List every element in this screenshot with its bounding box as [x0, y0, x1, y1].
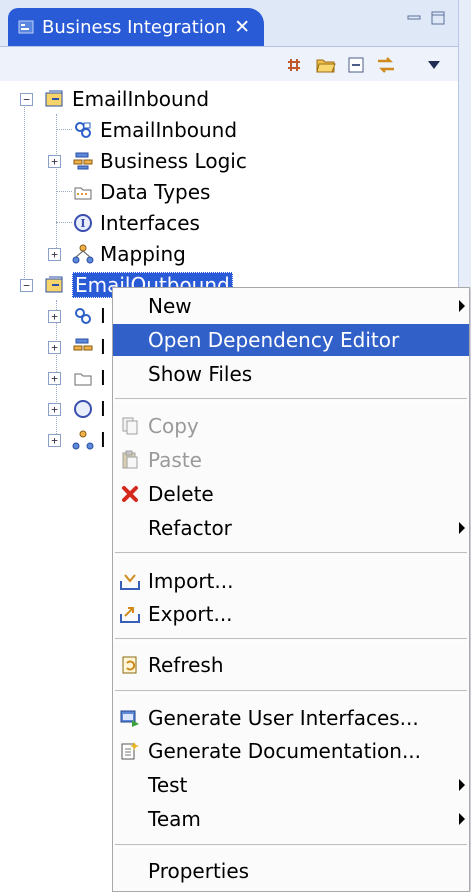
tree-item-mapping[interactable]: + Mapping [48, 239, 186, 269]
view-toolbar [0, 47, 458, 81]
submenu-arrow-icon [459, 522, 465, 534]
tree-item-label: I [100, 366, 106, 390]
tree-item-emailinbound-module[interactable]: − EmailInbound [20, 84, 209, 114]
menu-item-generate-user-interfaces[interactable]: Generate User Interfaces... [113, 702, 469, 734]
link-icon[interactable] [282, 53, 306, 77]
submenu-arrow-icon [459, 300, 465, 312]
menu-item-paste[interactable]: Paste [113, 444, 469, 476]
tree-connector [56, 129, 72, 130]
tree-item-label: I [100, 304, 106, 328]
sync-icon[interactable] [374, 53, 398, 77]
interfaces-icon: I [72, 212, 94, 234]
expand-toggle-icon[interactable]: + [48, 248, 61, 261]
view-tab-title: Business Integration [42, 16, 227, 38]
view-tab[interactable]: Business Integration ✕ [8, 8, 264, 46]
expand-toggle-icon[interactable]: + [48, 403, 61, 416]
menu-separator [115, 690, 467, 694]
context-menu: New Open Dependency Editor Show Files Co… [112, 287, 470, 892]
generate-doc-icon [119, 740, 141, 762]
menu-item-show-files[interactable]: Show Files [113, 358, 469, 390]
tree-item-label: Business Logic [100, 149, 247, 173]
menu-item-test[interactable]: Test [113, 769, 469, 801]
collapse-all-icon[interactable] [344, 53, 368, 77]
maximize-icon[interactable] [428, 8, 448, 28]
business-integration-icon [18, 19, 34, 35]
tree-item-partial[interactable]: + I [48, 425, 106, 455]
menu-item-delete[interactable]: Delete [113, 478, 469, 510]
menu-item-export[interactable]: Export... [113, 598, 469, 630]
tree-item-partial[interactable]: + I [48, 394, 106, 424]
tree-item-partial[interactable]: + I [48, 363, 106, 393]
view-menu-icon[interactable] [422, 53, 446, 77]
menu-item-refresh[interactable]: Refresh [113, 649, 469, 681]
menu-separator [115, 398, 467, 402]
tree-item-emailinbound-assembly[interactable]: EmailInbound [72, 115, 237, 145]
copy-icon [119, 415, 141, 437]
minimize-icon[interactable] [404, 8, 424, 28]
generate-ui-icon [119, 707, 141, 729]
delete-icon [119, 483, 141, 505]
tree-item-partial[interactable]: + I [48, 301, 106, 331]
menu-item-new[interactable]: New [113, 290, 469, 322]
menu-item-open-dependency-editor[interactable]: Open Dependency Editor [113, 324, 469, 356]
tree-item-label: Mapping [100, 242, 186, 266]
tree-item-label: EmailInbound [72, 87, 210, 111]
tree-item-label: Interfaces [100, 211, 200, 235]
menu-item-properties[interactable]: Properties [113, 855, 469, 887]
menu-item-copy[interactable]: Copy [113, 410, 469, 442]
tree-item-partial[interactable]: + I [48, 332, 106, 362]
assembly-diagram-icon [72, 119, 94, 141]
expand-toggle-icon[interactable]: + [48, 434, 61, 447]
view-tab-bar: Business Integration ✕ [0, 0, 458, 47]
mapping-icon [72, 243, 94, 265]
close-icon[interactable]: ✕ [234, 16, 250, 38]
collapse-toggle-icon[interactable]: − [20, 93, 33, 106]
collapse-toggle-icon[interactable]: − [20, 279, 33, 292]
expand-toggle-icon[interactable]: + [48, 310, 61, 323]
tree-item-data-types[interactable]: Data Types [72, 177, 210, 207]
tree-connector [24, 98, 25, 284]
menu-item-refactor[interactable]: Refactor [113, 512, 469, 544]
svg-text:I: I [80, 217, 85, 230]
mapping-icon [72, 429, 94, 451]
data-types-icon [72, 181, 94, 203]
business-logic-icon [72, 150, 94, 172]
menu-item-team[interactable]: Team [113, 803, 469, 835]
interfaces-icon [72, 398, 94, 420]
open-folder-icon[interactable] [314, 53, 338, 77]
module-icon [44, 88, 66, 110]
paste-icon [119, 449, 141, 471]
expand-toggle-icon[interactable]: + [48, 372, 61, 385]
menu-item-generate-documentation[interactable]: Generate Documentation... [113, 735, 469, 767]
tree-item-business-logic[interactable]: + Business Logic [48, 146, 247, 176]
tree-connector [56, 222, 72, 223]
module-icon [44, 274, 66, 296]
import-icon [119, 570, 141, 592]
menu-item-import[interactable]: Import... [113, 565, 469, 597]
tree-item-label: I [100, 335, 106, 359]
tree-item-interfaces[interactable]: I Interfaces [72, 208, 200, 238]
menu-separator [115, 552, 467, 556]
expand-toggle-icon[interactable]: + [48, 155, 61, 168]
assembly-diagram-icon [72, 305, 94, 327]
tree-item-label: I [100, 428, 106, 452]
menu-separator [115, 638, 467, 642]
tree-connector [56, 191, 72, 192]
refresh-icon [119, 654, 141, 676]
menu-separator [115, 844, 467, 848]
expand-toggle-icon[interactable]: + [48, 341, 61, 354]
tree-item-label: EmailInbound [100, 118, 238, 142]
data-types-icon [72, 367, 94, 389]
business-logic-icon [72, 336, 94, 358]
submenu-arrow-icon [459, 813, 465, 825]
tree-item-label: Data Types [100, 180, 211, 204]
tree-connector [56, 114, 57, 254]
export-icon [119, 603, 141, 625]
tree-item-label: I [100, 397, 106, 421]
submenu-arrow-icon [459, 779, 465, 791]
